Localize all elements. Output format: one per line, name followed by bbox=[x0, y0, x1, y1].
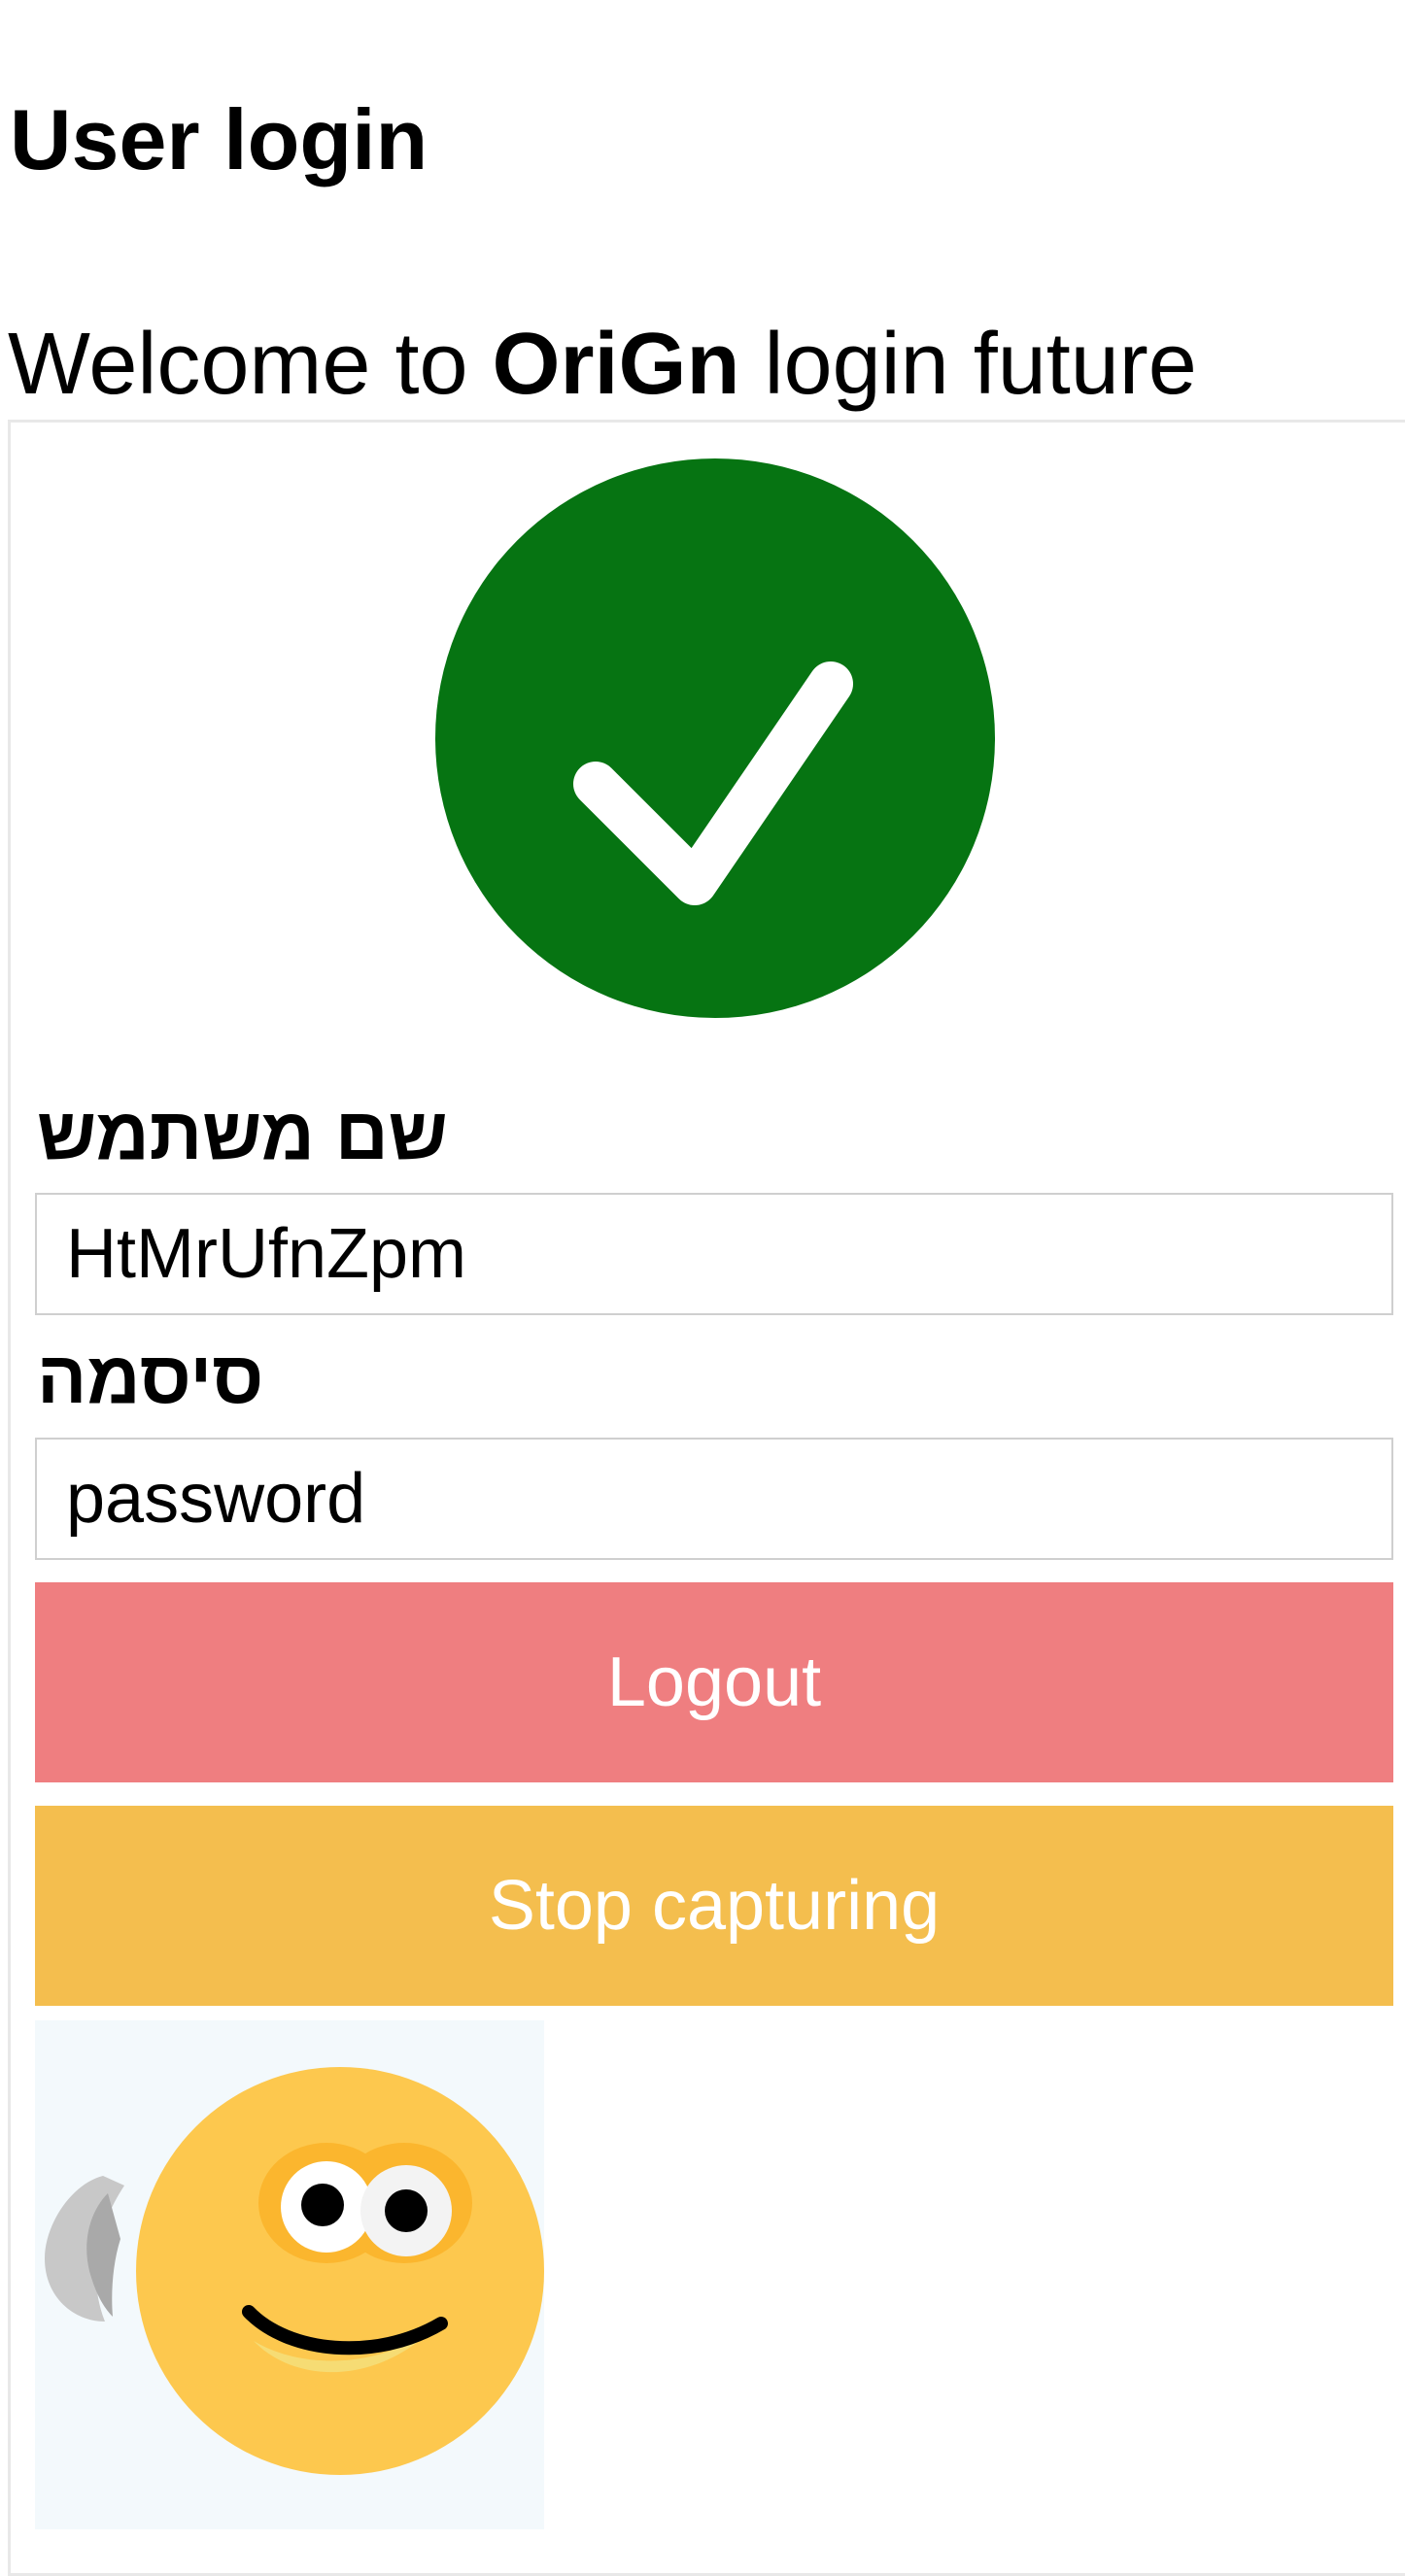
logout-button[interactable]: Logout bbox=[35, 1582, 1393, 1782]
right-pupil bbox=[385, 2189, 428, 2232]
brand-name: OriGn bbox=[492, 316, 740, 413]
welcome-prefix: Welcome to bbox=[8, 316, 493, 413]
smiley-face bbox=[136, 2067, 544, 2475]
stop-capturing-button[interactable]: Stop capturing bbox=[35, 1806, 1393, 2006]
check-circle-background bbox=[435, 458, 995, 1018]
password-label: סיסמה bbox=[37, 1337, 264, 1419]
welcome-suffix: login future bbox=[739, 316, 1197, 413]
page-title: User login bbox=[10, 91, 428, 187]
welcome-message: Welcome to OriGn login future bbox=[8, 321, 1197, 408]
username-field[interactable] bbox=[35, 1193, 1393, 1315]
smiley-face-icon bbox=[45, 2067, 544, 2475]
username-label: שם משתמש bbox=[37, 1093, 448, 1175]
left-pupil bbox=[301, 2184, 344, 2226]
capture-preview bbox=[35, 2020, 544, 2529]
password-field[interactable] bbox=[35, 1438, 1393, 1560]
check-circle-icon bbox=[435, 458, 995, 1018]
